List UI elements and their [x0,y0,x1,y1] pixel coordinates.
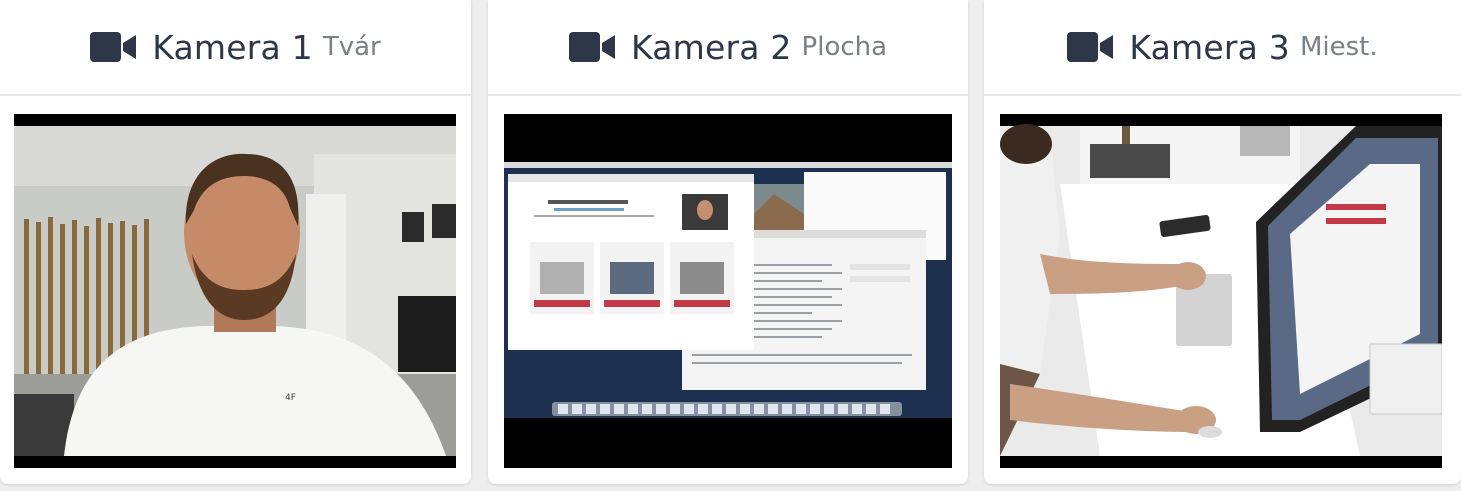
camera-feed-face[interactable]: 4F [14,114,456,468]
camera-card-1: Kamera 1 Tvár 4F [0,0,471,484]
camera-card-2: Kamera 2 Plocha [488,0,968,484]
camera-header-1: Kamera 1 Tvár [0,0,471,96]
video-camera-icon [90,32,137,62]
camera-subtitle: Tvár [322,32,381,62]
video-camera-icon [1067,32,1114,62]
svg-text:4F: 4F [285,393,296,403]
camera-subtitle: Plocha [801,32,888,62]
camera-title: Kamera 3 [1129,27,1290,67]
camera-grid: Kamera 1 Tvár 4F Kamera 2 Plocha Kamera … [0,0,1461,491]
camera-header-2: Kamera 2 Plocha [488,0,968,96]
camera-card-3: Kamera 3 Miest. [984,0,1461,484]
camera-title: Kamera 1 [152,27,313,67]
camera-header-3: Kamera 3 Miest. [984,0,1461,96]
camera-feed-room[interactable] [1000,114,1442,468]
camera-subtitle: Miest. [1299,32,1378,62]
camera-title: Kamera 2 [630,27,792,67]
video-camera-icon [568,32,615,62]
camera-feed-screen[interactable] [504,114,952,468]
